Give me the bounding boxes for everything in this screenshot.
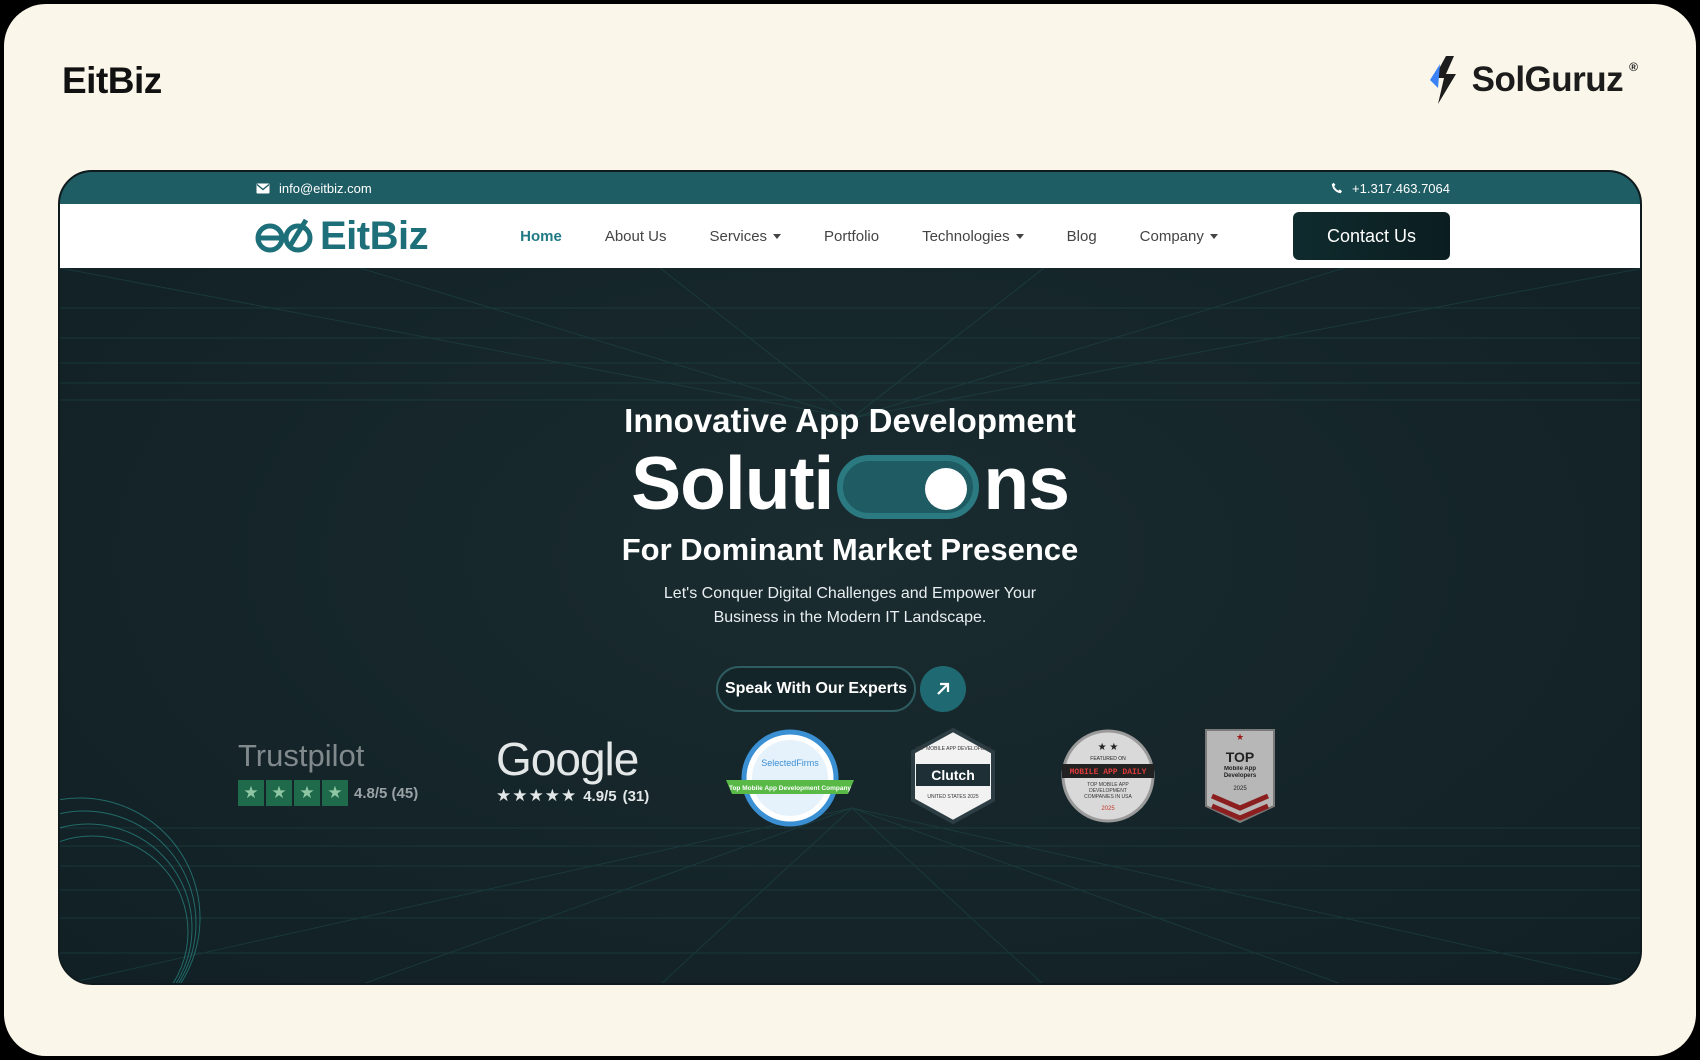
selectedfirms-badge[interactable]: SelectedFirms Top Mobile App Development… bbox=[720, 728, 860, 833]
hero-subtitle: Let's Conquer Digital Challenges and Emp… bbox=[60, 582, 1640, 630]
trustpilot-stars: ★ ★ ★ ★ bbox=[238, 780, 348, 806]
eitbiz-logo-icon bbox=[255, 218, 313, 253]
top-developers-shield-icon: ★ TOP Mobile App Developers 2025 bbox=[1205, 729, 1275, 824]
chevron-down-icon bbox=[1209, 233, 1218, 239]
trustpilot-name: Trustpilot bbox=[238, 738, 365, 773]
hero-title-big-start: Soluti bbox=[631, 441, 834, 525]
hero-title-line3: For Dominant Market Presence bbox=[621, 532, 1079, 567]
site-logo[interactable]: EitBiz bbox=[254, 213, 429, 259]
svg-text:FEATURED ON: FEATURED ON bbox=[1090, 756, 1126, 762]
arrow-up-right-icon bbox=[937, 682, 950, 695]
cta-arrow-button[interactable] bbox=[920, 666, 966, 712]
site-logo-text: EitBiz bbox=[320, 213, 429, 258]
toggle-switch-graphic bbox=[837, 455, 980, 519]
email-link[interactable]: info@eitbiz.com bbox=[256, 181, 372, 196]
registered-mark: ® bbox=[1629, 60, 1638, 74]
top-info-bar: info@eitbiz.com +1.317.463.7064 bbox=[60, 172, 1640, 204]
clutch-badge-icon: TOP MOBILE APP DEVELOPERS Clutch UNITED … bbox=[911, 727, 995, 825]
star-icon: ★ bbox=[294, 780, 320, 806]
nav-portfolio-label: Portfolio bbox=[824, 227, 880, 245]
hero-section: Innovative App Development Soluti ns For… bbox=[60, 268, 1640, 983]
svg-text:2025: 2025 bbox=[1233, 786, 1247, 792]
contact-us-button[interactable]: Contact Us bbox=[1293, 212, 1450, 260]
solguruz-icon bbox=[1429, 56, 1456, 104]
phone-text: +1.317.463.7064 bbox=[1352, 180, 1450, 196]
nav-services-label: Services bbox=[709, 227, 768, 245]
svg-text:TOP: TOP bbox=[1226, 749, 1255, 765]
mail-icon bbox=[256, 183, 270, 193]
svg-text:UNITED STATES 2025: UNITED STATES 2025 bbox=[927, 794, 978, 800]
rating-badges: Trustpilot ★ ★ ★ ★ 4.8/5 (45) Google ★★★… bbox=[60, 727, 1640, 858]
svg-text:★ ★: ★ ★ bbox=[1098, 742, 1119, 753]
site-navbar: EitBiz Home About Us Services Portfolio … bbox=[60, 204, 1640, 268]
google-badge[interactable]: Google ★★★★★ 4.9/5 (31) bbox=[496, 732, 649, 806]
nav-company[interactable]: Company bbox=[1140, 228, 1218, 245]
main-nav: Home About Us Services Portfolio Technol… bbox=[520, 228, 1261, 245]
phone-icon bbox=[1331, 182, 1343, 194]
nav-home[interactable]: Home bbox=[520, 228, 562, 245]
nav-about-us[interactable]: About Us bbox=[605, 228, 667, 245]
google-stars: ★★★★★ bbox=[496, 786, 578, 805]
svg-text:MOBILE APP DAILY: MOBILE APP DAILY bbox=[1070, 768, 1147, 777]
hero-title-line2: Soluti ns bbox=[60, 440, 1640, 526]
nav-services[interactable]: Services bbox=[710, 228, 782, 245]
phone-link[interactable]: +1.317.463.7064 bbox=[1331, 181, 1450, 196]
star-icon: ★ bbox=[266, 780, 292, 806]
hero-subtitle-line2: Business in the Modern IT Landscape. bbox=[713, 609, 987, 626]
nav-portfolio[interactable]: Portfolio bbox=[824, 228, 879, 245]
cta-group: Speak With Our Experts bbox=[716, 666, 966, 712]
svg-text:TOP MOBILE APP DEVELOPERS: TOP MOBILE APP DEVELOPERS bbox=[915, 746, 992, 752]
nav-technologies[interactable]: Technologies bbox=[922, 228, 1024, 245]
solguruz-logo: SolGuruz ® bbox=[1426, 54, 1638, 106]
hero-title-big-end: ns bbox=[983, 441, 1070, 525]
selectedfirms-seal-icon: SelectedFirms Top Mobile App Development… bbox=[726, 729, 854, 827]
svg-text:2025: 2025 bbox=[1101, 806, 1115, 812]
top-developers-badge[interactable]: ★ TOP Mobile App Developers 2025 bbox=[1204, 728, 1276, 829]
mobile-app-daily-seal-icon: ★ ★ FEATURED ON MOBILE APP DAILY TOP MOB… bbox=[1061, 729, 1155, 823]
nav-about-us-label: About Us bbox=[604, 227, 667, 245]
website-screenshot: info@eitbiz.com +1.317.463.7064 EitBiz H… bbox=[58, 170, 1642, 985]
frame-background: EitBiz SolGuruz ® info@eitbiz.com +1.317… bbox=[4, 4, 1696, 1056]
clutch-badge[interactable]: TOP MOBILE APP DEVELOPERS Clutch UNITED … bbox=[910, 727, 996, 829]
nav-technologies-label: Technologies bbox=[922, 227, 1010, 245]
trustpilot-badge[interactable]: Trustpilot ★ ★ ★ ★ 4.8/5 (45) bbox=[238, 738, 418, 806]
chevron-down-icon bbox=[1015, 233, 1024, 239]
solguruz-wordmark: SolGuruz bbox=[1471, 60, 1624, 99]
hero-title-line1: Innovative App Development bbox=[624, 402, 1076, 439]
google-rating: 4.9/5 bbox=[583, 787, 617, 805]
svg-text:SelectedFirms: SelectedFirms bbox=[761, 758, 819, 768]
google-count: (31) bbox=[622, 787, 650, 805]
nav-home-label: Home bbox=[520, 227, 562, 245]
svg-text:★: ★ bbox=[1236, 732, 1244, 742]
star-icon: ★ bbox=[238, 780, 264, 806]
trustpilot-rating: 4.8/5 (45) bbox=[354, 784, 419, 802]
svg-text:Top Mobile App Development Com: Top Mobile App Development Company bbox=[729, 785, 851, 792]
nav-blog[interactable]: Blog bbox=[1067, 228, 1097, 245]
chevron-down-icon bbox=[773, 233, 782, 239]
star-icon: ★ bbox=[322, 780, 348, 806]
eitbiz-wordmark: EitBiz bbox=[62, 60, 162, 101]
nav-company-label: Company bbox=[1139, 227, 1204, 245]
nav-blog-label: Blog bbox=[1066, 227, 1097, 245]
email-text: info@eitbiz.com bbox=[279, 180, 372, 196]
speak-with-experts-button[interactable]: Speak With Our Experts bbox=[716, 666, 916, 712]
svg-text:Clutch: Clutch bbox=[931, 767, 975, 783]
hero-subtitle-line1: Let's Conquer Digital Challenges and Emp… bbox=[663, 585, 1037, 602]
mobile-app-daily-badge[interactable]: ★ ★ FEATURED ON MOBILE APP DAILY TOP MOB… bbox=[1060, 728, 1156, 829]
google-name: Google bbox=[496, 733, 639, 785]
toggle-knob bbox=[925, 468, 968, 510]
